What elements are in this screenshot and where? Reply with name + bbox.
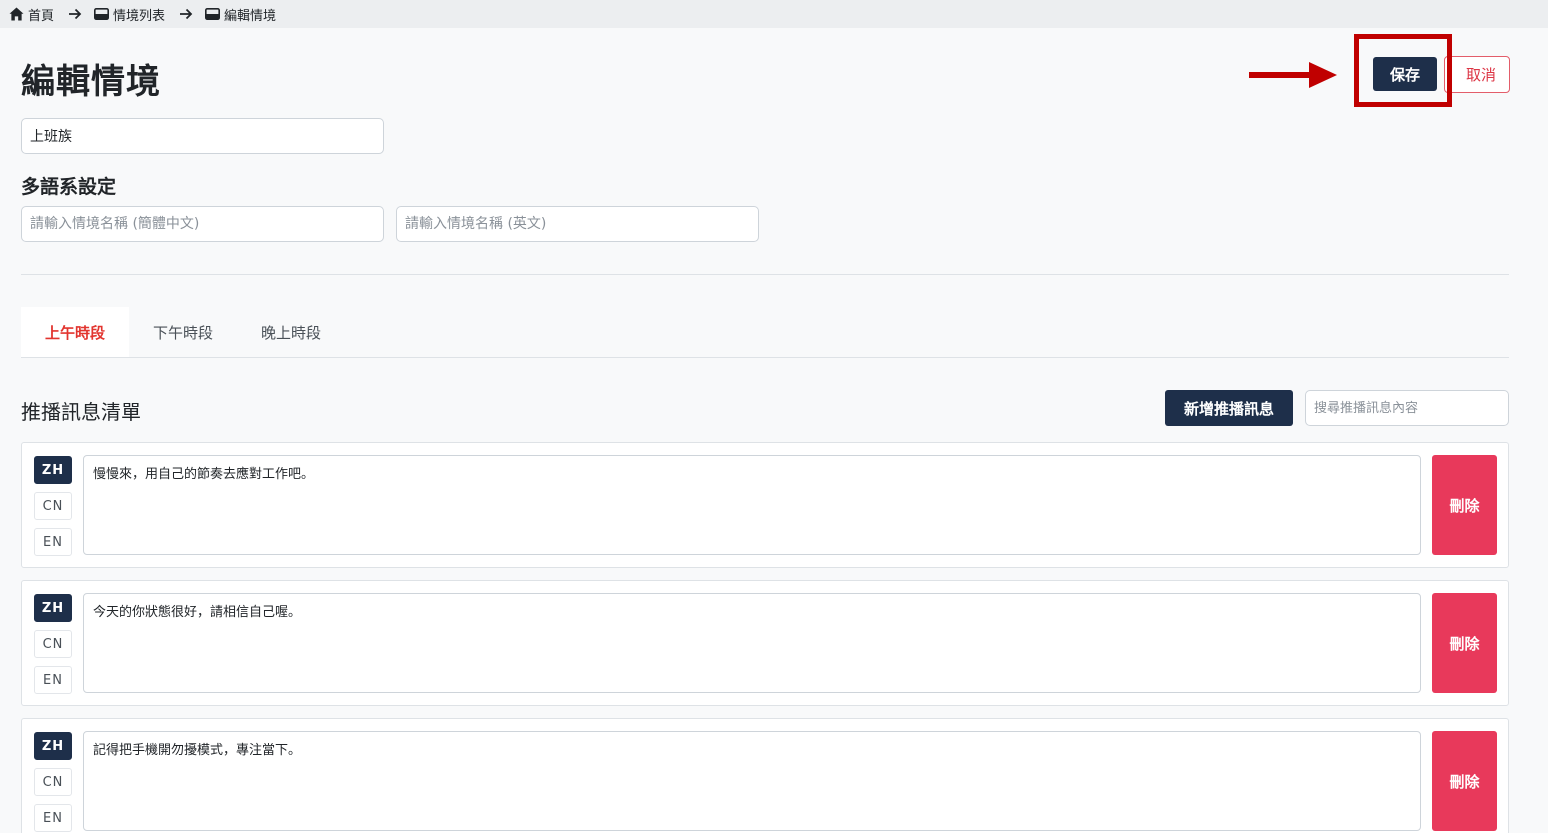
cancel-button[interactable]: 取消	[1444, 56, 1510, 93]
page-title: 編輯情境	[21, 62, 161, 102]
push-message-textarea[interactable]: 記得把手機開勿擾模式，專注當下。	[83, 731, 1421, 831]
annotation-arrow-icon	[1249, 62, 1337, 88]
delete-button[interactable]: 刪除	[1432, 731, 1497, 831]
scenario-name-en-input[interactable]	[396, 206, 759, 242]
delete-button[interactable]: 刪除	[1432, 593, 1497, 693]
lang-zh-button[interactable]: ZH	[34, 456, 72, 484]
home-icon	[9, 7, 24, 21]
lang-zh-button[interactable]: ZH	[34, 594, 72, 622]
i18n-section-title: 多語系設定	[21, 176, 117, 198]
arrow-right-icon	[68, 8, 82, 20]
push-message-card: ZH CN EN 記得把手機開勿擾模式，專注當下。 刪除	[21, 718, 1509, 833]
tab-morning[interactable]: 上午時段	[21, 307, 130, 357]
push-message-card: ZH CN EN 慢慢來，用自己的節奏去應對工作吧。 刪除	[21, 442, 1509, 568]
lang-en-button[interactable]: EN	[34, 528, 72, 556]
breadcrumb-home-label: 首頁	[28, 8, 55, 24]
breadcrumb-list[interactable]: 情境列表	[94, 5, 165, 24]
arrow-right-icon	[179, 8, 193, 20]
add-push-message-button[interactable]: 新增推播訊息	[1165, 390, 1293, 426]
lang-cn-button[interactable]: CN	[34, 768, 72, 796]
delete-button[interactable]: 刪除	[1432, 455, 1497, 555]
push-message-card: ZH CN EN 今天的你狀態很好，請相信自己喔。 刪除	[21, 580, 1509, 706]
breadcrumb-current: 編輯情境	[205, 5, 276, 24]
breadcrumb: 首頁 情境列表 編輯情境	[0, 0, 1548, 28]
search-push-message-input[interactable]	[1305, 390, 1509, 426]
lang-en-button[interactable]: EN	[34, 666, 72, 694]
tab-evening[interactable]: 晚上時段	[237, 307, 345, 357]
lang-zh-button[interactable]: ZH	[34, 732, 72, 760]
scenario-name-cn-input[interactable]	[21, 206, 384, 242]
inbox-icon	[205, 8, 221, 20]
push-list-title: 推播訊息清單	[21, 400, 141, 424]
push-message-textarea[interactable]: 慢慢來，用自己的節奏去應對工作吧。	[83, 455, 1421, 555]
divider	[21, 274, 1509, 275]
inbox-icon	[94, 8, 110, 20]
breadcrumb-home[interactable]: 首頁	[9, 5, 54, 24]
lang-cn-button[interactable]: CN	[34, 492, 72, 520]
breadcrumb-current-label: 編輯情境	[224, 8, 277, 24]
scenario-name-input[interactable]	[21, 118, 384, 154]
save-button[interactable]: 保存	[1373, 57, 1437, 91]
push-message-textarea[interactable]: 今天的你狀態很好，請相信自己喔。	[83, 593, 1421, 693]
lang-en-button[interactable]: EN	[34, 804, 72, 832]
breadcrumb-list-label: 情境列表	[113, 8, 166, 24]
time-period-tabs: 上午時段 下午時段 晚上時段	[21, 307, 1509, 358]
lang-cn-button[interactable]: CN	[34, 630, 72, 658]
tab-afternoon[interactable]: 下午時段	[129, 307, 237, 357]
